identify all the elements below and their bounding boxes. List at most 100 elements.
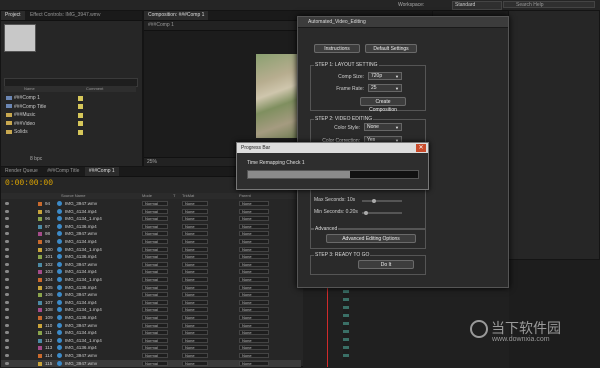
parent-select[interactable]: None [239,284,269,290]
eye-icon[interactable] [5,262,9,266]
parent-select[interactable]: None [239,216,269,222]
label-color-swatch[interactable] [38,338,42,343]
eye-icon[interactable] [5,361,9,365]
color-style-select[interactable]: None ▼ [364,123,402,131]
do-it-button[interactable]: Do It [358,260,414,269]
trkmat-select[interactable]: None [182,201,208,206]
trkmat-select[interactable]: None [182,231,208,237]
layer-name[interactable]: IMG_3947.wmv [65,360,97,368]
parent-select[interactable]: None [239,231,269,237]
blend-mode-select[interactable]: Normal [142,254,168,260]
project-item[interactable]: ###Music [6,111,83,119]
trkmat-select[interactable]: None [182,345,208,351]
tab-comp-title[interactable]: ###Comp Title [43,168,83,174]
tab-effect-controls[interactable]: Effect Controls: IMG_3947.wmv [26,12,105,18]
eye-icon[interactable] [5,316,9,319]
eye-icon[interactable] [5,217,9,221]
max-seconds-knob[interactable] [372,199,376,203]
max-seconds-slider[interactable] [362,200,402,202]
current-time[interactable]: 0:00:00:00 [5,179,53,188]
project-item[interactable]: ###Comp 1 [6,94,83,102]
tab-comp1-timeline[interactable]: ###Comp 1 [84,167,119,176]
trkmat-select[interactable]: None [182,292,208,298]
close-icon[interactable]: ✕ [416,144,426,152]
eye-icon[interactable] [5,346,9,350]
blend-mode-select[interactable]: Normal [142,299,168,305]
trkmat-select[interactable]: None [182,284,208,290]
label-color-swatch[interactable] [38,354,42,358]
eye-icon[interactable] [5,300,9,304]
instructions-button[interactable]: Instructions [314,44,360,53]
eye-icon[interactable] [5,354,9,357]
project-item[interactable]: ###Comp Title [6,103,83,111]
eye-icon[interactable] [5,209,9,213]
eye-icon[interactable] [5,232,9,236]
col-parent[interactable]: Parent [239,193,251,198]
blend-mode-select[interactable]: Normal [142,322,168,328]
blend-mode-select[interactable]: Normal [142,223,168,229]
eye-icon[interactable] [5,308,9,312]
col-mode[interactable]: Mode [142,193,152,198]
eye-icon[interactable] [5,331,9,335]
label-color-swatch[interactable] [78,95,83,101]
parent-select[interactable]: None [239,261,269,267]
eye-icon[interactable] [5,240,9,243]
parent-select[interactable]: None [239,223,269,229]
blend-mode-select[interactable]: Normal [142,337,168,343]
parent-select[interactable]: None [239,208,269,214]
blend-mode-select[interactable]: Normal [142,201,168,206]
label-color-swatch[interactable] [38,240,42,244]
parent-select[interactable]: None [239,307,269,313]
default-settings-button[interactable]: Default Settings [365,44,417,53]
parent-select[interactable]: None [239,269,269,275]
eye-icon[interactable] [5,338,9,342]
label-color-swatch[interactable] [38,331,42,336]
eye-icon[interactable] [5,285,9,289]
eye-icon[interactable] [5,224,9,228]
label-color-swatch[interactable] [38,209,42,214]
parent-select[interactable]: None [239,292,269,298]
blend-mode-select[interactable]: Normal [142,277,168,282]
parent-select[interactable]: None [239,201,269,206]
blend-mode-select[interactable]: Normal [142,208,168,214]
label-color-swatch[interactable] [38,308,42,313]
label-color-swatch[interactable] [78,104,83,109]
eye-icon[interactable] [5,278,9,281]
blend-mode-select[interactable]: Normal [142,269,168,275]
label-color-swatch[interactable] [38,278,42,282]
eye-icon[interactable] [5,293,9,297]
parent-select[interactable]: None [239,254,269,260]
blend-mode-select[interactable]: Normal [142,239,168,244]
trkmat-select[interactable]: None [182,353,208,358]
col-t[interactable]: T [173,193,175,198]
trkmat-select[interactable]: None [182,330,208,336]
label-color-swatch[interactable] [38,270,42,275]
blend-mode-select[interactable]: Normal [142,284,168,290]
trkmat-select[interactable]: None [182,254,208,260]
blend-mode-select[interactable]: Normal [142,246,168,252]
label-color-swatch[interactable] [78,121,83,126]
label-color-swatch[interactable] [38,224,42,229]
trkmat-select[interactable]: None [182,269,208,275]
blend-mode-select[interactable]: Normal [142,315,168,320]
label-color-swatch[interactable] [38,217,42,222]
parent-select[interactable]: None [239,322,269,328]
blend-mode-select[interactable]: Normal [142,231,168,237]
project-item[interactable]: Solids [6,128,83,136]
parent-select[interactable]: None [239,360,269,366]
blend-mode-select[interactable]: Normal [142,353,168,358]
col-source-name[interactable]: Source Name [61,193,85,198]
parent-select[interactable]: None [239,345,269,351]
column-comment[interactable]: Comment [86,86,103,91]
trkmat-select[interactable]: None [182,299,208,305]
bit-depth[interactable]: 8 bpc [30,156,42,162]
label-color-swatch[interactable] [38,262,42,267]
tab-composition[interactable]: Composition: ###Comp 1 [144,11,209,20]
trkmat-select[interactable]: None [182,360,208,366]
parent-select[interactable]: None [239,246,269,252]
label-color-swatch[interactable] [38,255,42,260]
label-color-swatch[interactable] [38,202,42,206]
column-name[interactable]: Name [24,86,35,91]
search-help-input[interactable]: Search Help [503,1,595,8]
trkmat-select[interactable]: None [182,239,208,244]
